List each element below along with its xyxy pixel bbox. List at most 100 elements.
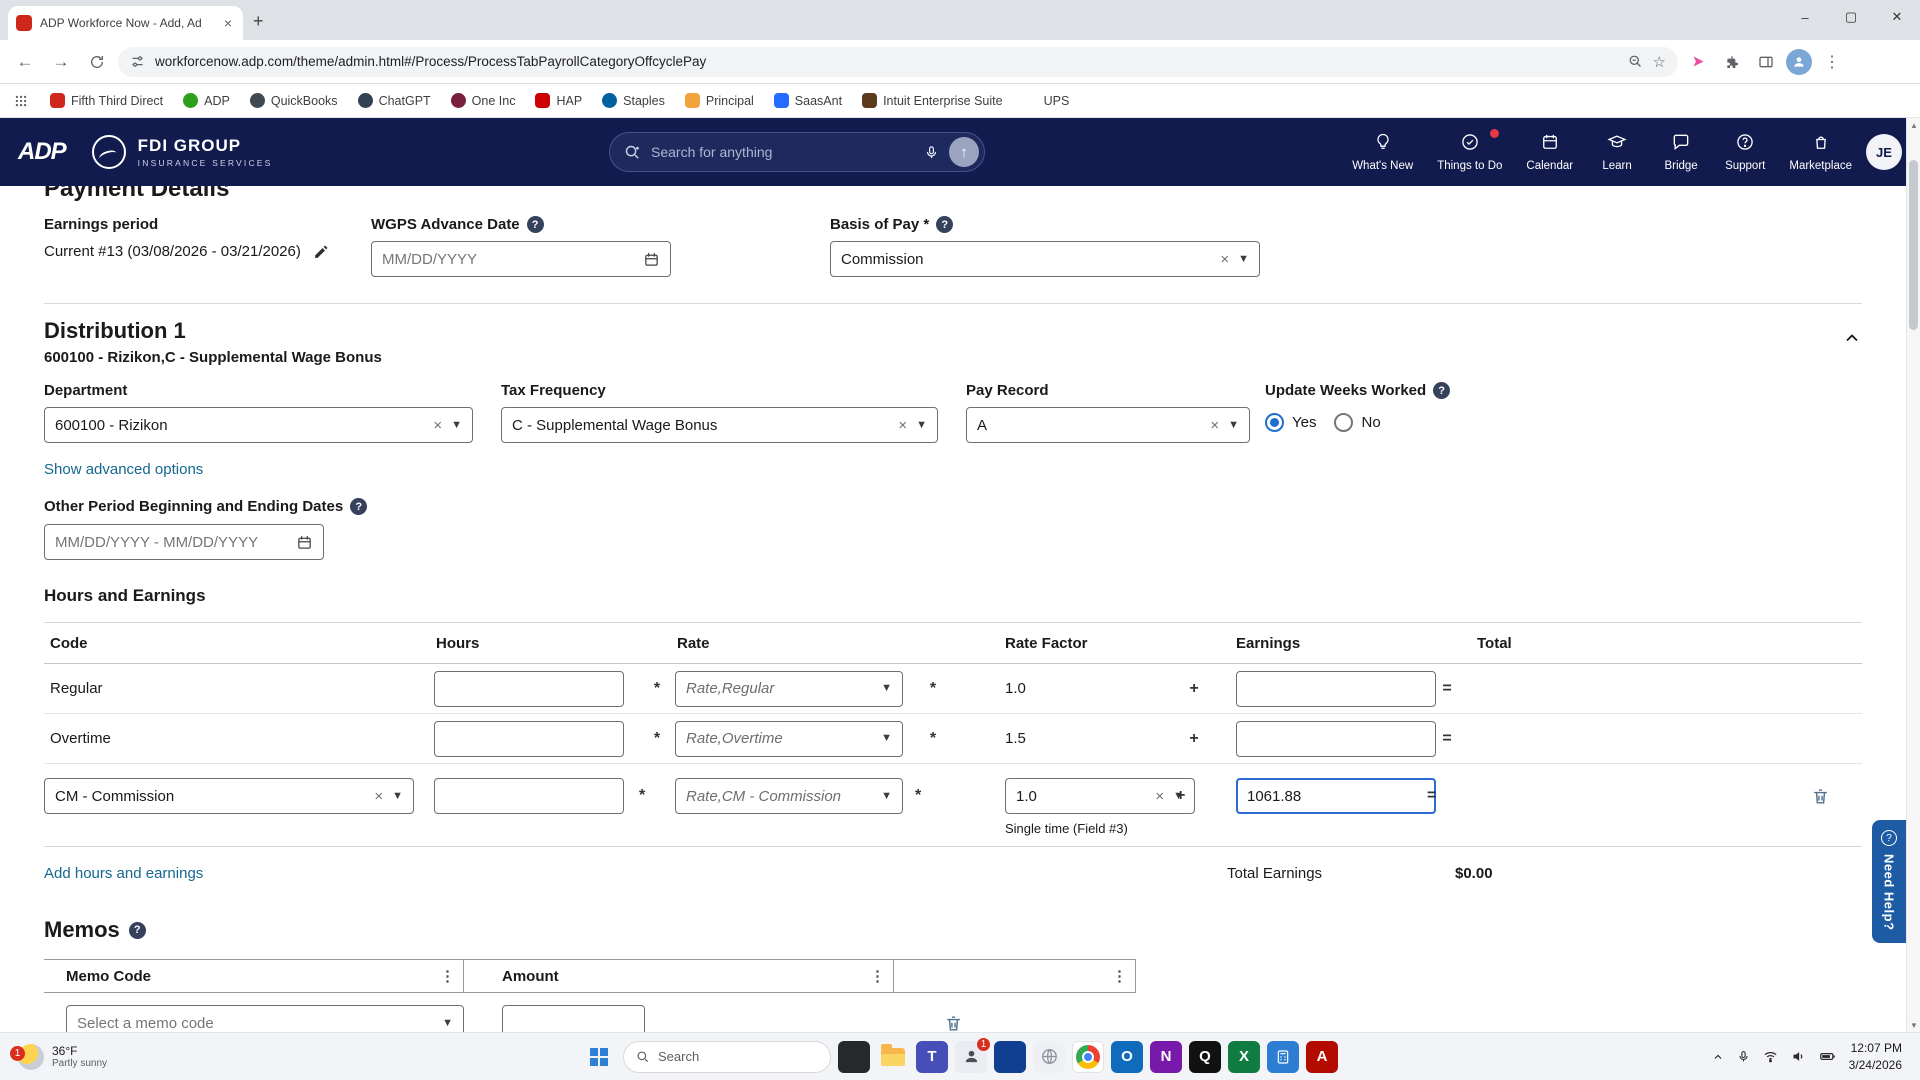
update-weeks-yes-radio[interactable] [1265,413,1284,432]
other-period-date-range-input[interactable]: MM/DD/YYYY - MM/DD/YYYY [44,524,324,560]
search-submit-button[interactable]: ↑ [949,137,979,167]
apps-grid-icon[interactable] [12,94,30,108]
volume-icon[interactable] [1791,1049,1806,1064]
delete-row-trash-icon[interactable] [1811,787,1830,806]
tax-frequency-select[interactable]: C - Supplemental Wage Bonus × ▼ [501,407,938,443]
tray-expand-icon[interactable] [1712,1051,1724,1063]
browser-profile-avatar[interactable] [1786,49,1812,75]
bookmark-item[interactable]: SaasAnt [774,93,842,108]
taskbar-app-acrobat[interactable]: A [1306,1041,1338,1073]
add-hours-earnings-link[interactable]: Add hours and earnings [44,865,203,882]
column-menu-icon[interactable]: ⋮ [1104,967,1135,985]
bookmark-item[interactable]: ADP [183,93,230,108]
url-field[interactable]: workforcenow.adp.com/theme/admin.html#/P… [118,47,1678,77]
taskbar-app-people[interactable]: 1 [955,1041,987,1073]
department-select[interactable]: 600100 - Rizikon × ▼ [44,407,473,443]
memo-code-select[interactable]: Select a memo code ▼ [66,1005,464,1032]
calendar-icon[interactable] [643,251,660,268]
site-settings-icon[interactable] [130,54,145,69]
taskbar-app-quickbooks[interactable]: Q [1189,1041,1221,1073]
taskbar-clock[interactable]: 12:07 PM 3/24/2026 [1849,1040,1902,1072]
earnings-input-focused[interactable] [1236,778,1436,814]
bookmark-item[interactable]: UPS [1023,93,1070,108]
taskbar-app-excel[interactable]: X [1228,1041,1260,1073]
new-tab-button[interactable]: + [253,11,264,32]
clear-icon[interactable]: × [1220,252,1229,267]
help-icon[interactable]: ? [936,216,953,233]
edit-pencil-icon[interactable] [313,243,330,260]
nav-bridge[interactable]: Bridge [1661,132,1701,172]
hours-input[interactable] [434,778,624,814]
calendar-icon[interactable] [296,534,313,551]
reload-button[interactable] [82,47,112,77]
battery-icon[interactable] [1819,1048,1836,1065]
clear-icon[interactable]: × [1210,418,1219,433]
taskbar-app-teams[interactable]: T [916,1041,948,1073]
side-panel-icon[interactable] [1752,54,1780,70]
bookmark-star-icon[interactable]: ☆ [1653,53,1666,71]
clear-icon[interactable]: × [1155,789,1164,804]
nav-marketplace[interactable]: Marketplace [1789,132,1852,172]
taskbar-app-outlook[interactable]: O [1111,1041,1143,1073]
taskbar-app-onenote[interactable]: N [1150,1041,1182,1073]
pinned-extension-icon[interactable] [1684,54,1712,69]
help-icon[interactable]: ? [129,922,146,939]
wifi-icon[interactable] [1763,1049,1778,1064]
rate-select[interactable]: Rate,Regular▼ [675,671,903,707]
weather-widget[interactable]: 1 36°F Partly sunny [10,1044,107,1070]
help-icon[interactable]: ? [527,216,544,233]
nav-things-to-do[interactable]: Things to Do [1437,132,1502,172]
taskbar-app-chrome[interactable] [1072,1041,1104,1073]
rate-factor-select[interactable]: 1.0 × ▼ [1005,778,1195,814]
window-minimize-button[interactable]: – [1782,0,1828,34]
bookmark-item[interactable]: HAP [535,93,582,108]
nav-whats-new[interactable]: What's New [1352,132,1413,172]
taskbar-app-globe[interactable] [1033,1041,1065,1073]
microphone-icon[interactable] [1737,1050,1750,1063]
scrollbar-thumb[interactable] [1909,160,1918,330]
url-text[interactable]: workforcenow.adp.com/theme/admin.html#/P… [155,54,1618,69]
adp-logo[interactable]: ADP [18,138,66,166]
scroll-up-arrow[interactable]: ▲ [1907,118,1920,132]
forward-button[interactable]: → [46,47,76,77]
memo-amount-input[interactable] [502,1005,645,1032]
basis-of-pay-select[interactable]: Commission × ▼ [830,241,1260,277]
start-button[interactable] [582,1040,616,1074]
clear-icon[interactable]: × [374,789,383,804]
vertical-scrollbar[interactable]: ▲ ▼ [1906,118,1920,1032]
hours-input[interactable] [434,721,624,757]
bookmark-item[interactable]: Intuit Enterprise Suite [862,93,1003,108]
nav-support[interactable]: Support [1725,132,1765,172]
pay-record-select[interactable]: A × ▼ [966,407,1250,443]
column-menu-icon[interactable]: ⋮ [862,967,893,985]
column-menu-icon[interactable]: ⋮ [432,967,463,985]
global-search-bar[interactable]: Search for anything ↑ [609,132,985,172]
bookmark-item[interactable]: Staples [602,93,665,108]
zoom-icon[interactable] [1628,54,1643,69]
rate-select[interactable]: Rate,Overtime▼ [675,721,903,757]
window-maximize-button[interactable]: ▢ [1828,0,1874,34]
bookmark-item[interactable]: QuickBooks [250,93,338,108]
browser-tab[interactable]: ADP Workforce Now - Add, Ad × [8,6,243,40]
nav-learn[interactable]: Learn [1597,132,1637,172]
taskbar-app-navy[interactable] [994,1041,1026,1073]
clear-icon[interactable]: × [898,418,907,433]
hours-input[interactable] [434,671,624,707]
tab-close-icon[interactable]: × [221,15,235,31]
help-icon[interactable]: ? [1433,382,1450,399]
earnings-input[interactable] [1236,671,1436,707]
rate-select[interactable]: Rate,CM - Commission▼ [675,778,903,814]
wgps-advance-date-input[interactable]: MM/DD/YYYY [371,241,671,277]
taskbar-app-dark[interactable] [838,1041,870,1073]
help-icon[interactable]: ? [350,498,367,515]
bookmark-item[interactable]: Fifth Third Direct [50,93,163,108]
bookmark-item[interactable]: ChatGPT [358,93,431,108]
taskbar-app-calculator[interactable] [1267,1041,1299,1073]
scroll-down-arrow[interactable]: ▼ [1907,1018,1920,1032]
earnings-input[interactable] [1236,721,1436,757]
extensions-icon[interactable] [1718,54,1746,70]
bookmark-item[interactable]: One Inc [451,93,516,108]
user-avatar[interactable]: JE [1866,134,1902,170]
nav-calendar[interactable]: Calendar [1526,132,1573,172]
delete-memo-trash-icon[interactable] [944,1014,963,1033]
